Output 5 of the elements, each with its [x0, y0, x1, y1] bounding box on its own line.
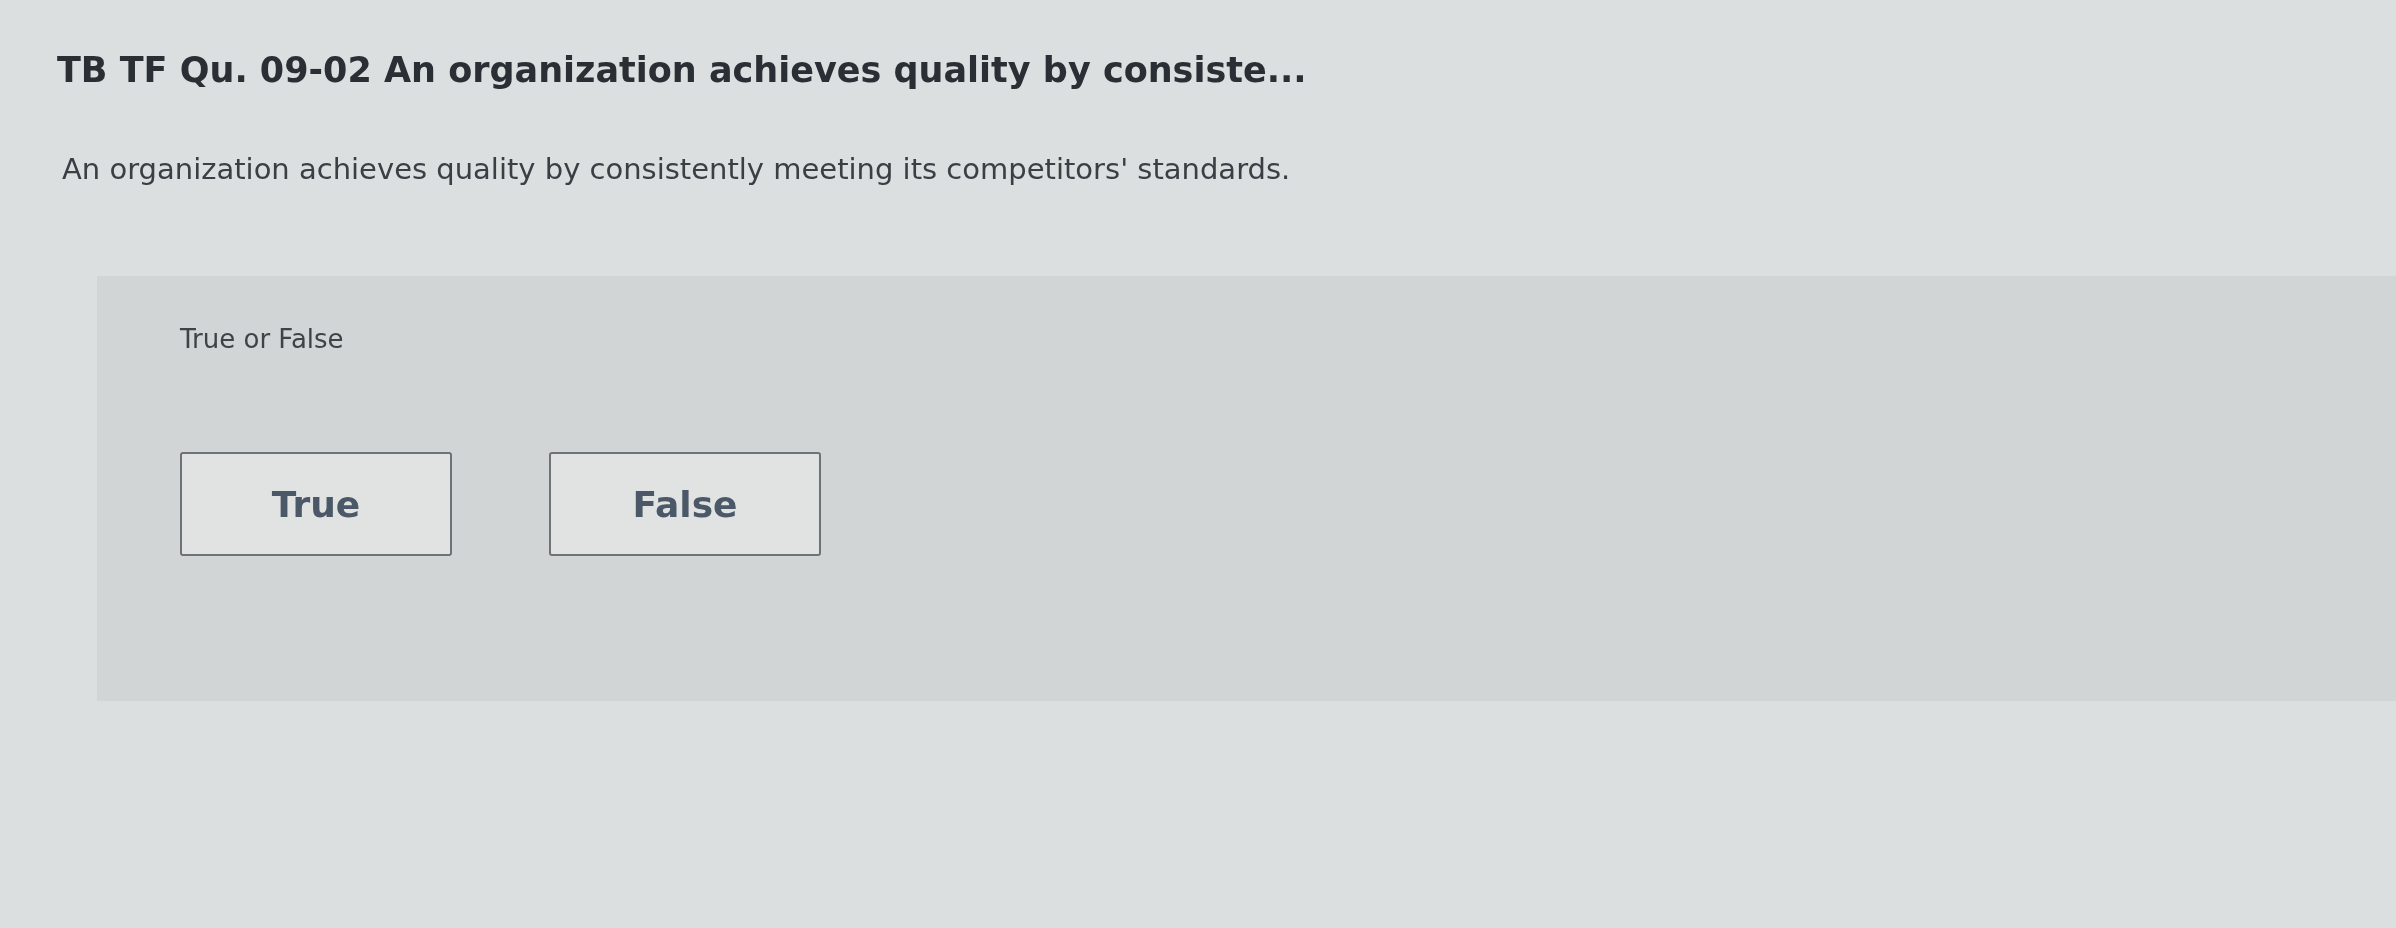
answer-button[interactable]: False [549, 452, 821, 556]
answer-button[interactable]: True [180, 452, 452, 556]
question-text: An organization achieves quality by consistently meeting its competitors' standards. [62, 152, 1292, 186]
question-title: TB TF Qu. 09-02 An organization achieves quality by consiste... [57, 50, 1308, 90]
answer-prompt: True or False [180, 324, 345, 354]
